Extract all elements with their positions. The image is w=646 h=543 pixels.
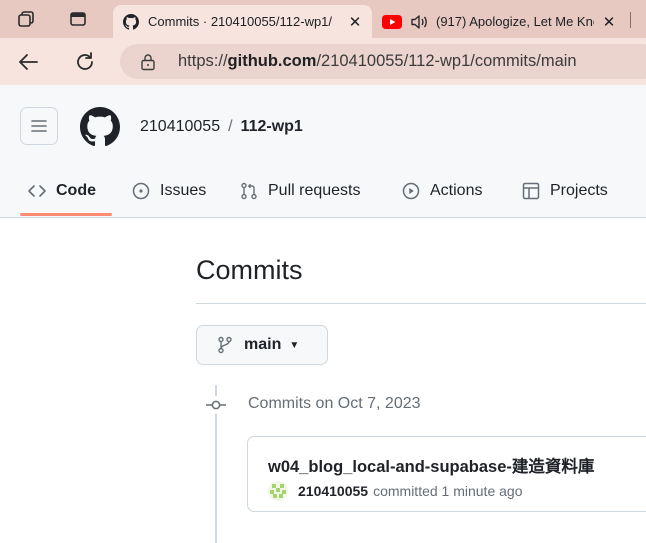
repo-owner-link[interactable]: 210410055 [140, 118, 220, 135]
branch-name: main [244, 336, 282, 353]
issue-icon [132, 182, 150, 200]
commit-list-item: w04_blog_local-and-supabase-建造資料庫 210410… [247, 436, 646, 512]
refresh-icon[interactable] [71, 48, 99, 76]
tab-actions[interactable]: Actions [402, 167, 482, 215]
menu-button[interactable] [20, 107, 58, 145]
github-header: 210410055 / 112-wp1 Code Issues Pull reque… [0, 85, 646, 218]
url-path: /210410055/112-wp1/commits/main [316, 52, 577, 70]
tab-title: Commits · 210410055/112-wp1/ [148, 14, 333, 29]
commit-meta: 210410055 committed 1 minute ago [268, 481, 522, 501]
breadcrumb: 210410055 / 112-wp1 [140, 118, 303, 136]
tab-title: (917) Apologize, Let Me Know [436, 14, 594, 29]
browser-tab-youtube[interactable]: (917) Apologize, Let Me Know ✕ [374, 5, 626, 38]
address-bar[interactable]: https://github.com/210410055/112-wp1/com… [120, 44, 646, 79]
play-icon [402, 182, 420, 200]
youtube-icon [382, 14, 402, 29]
page-title: Commits [196, 255, 303, 285]
pull-request-icon [240, 182, 258, 200]
lock-icon[interactable] [140, 53, 162, 71]
github-logo-icon[interactable] [80, 107, 120, 147]
repo-name-link[interactable]: 112-wp1 [241, 118, 303, 135]
browser-tab-commits[interactable]: Commits · 210410055/112-wp1/ ✕ [113, 5, 372, 38]
tab-separator [630, 12, 631, 28]
tab-label: Code [56, 182, 96, 199]
workspaces-icon[interactable] [12, 6, 40, 32]
tab-label: Actions [430, 182, 483, 199]
tab-pull-requests[interactable]: Pull requests [240, 167, 361, 215]
selected-tab-underline [20, 213, 112, 216]
commit-time: committed 1 minute ago [373, 483, 523, 499]
url-prefix: https:// [178, 52, 228, 70]
tab-issues[interactable]: Issues [132, 167, 206, 215]
git-commit-icon [205, 396, 227, 414]
close-tab-icon[interactable]: ✕ [346, 13, 364, 31]
caret-down-icon: ▼ [289, 339, 300, 351]
tab-projects[interactable]: Projects [522, 167, 608, 215]
hamburger-icon [31, 119, 47, 133]
tab-actions-icon[interactable] [64, 6, 92, 32]
commit-message-link[interactable]: w04_blog_local-and-supabase-建造資料庫 [268, 453, 594, 477]
breadcrumb-separator: / [228, 118, 233, 135]
tab-label: Projects [550, 182, 608, 199]
audio-playing-icon[interactable] [410, 14, 430, 30]
repo-nav: Code Issues Pull requests Actions Projec… [0, 167, 646, 217]
close-tab-icon[interactable]: ✕ [600, 13, 618, 31]
table-icon [522, 182, 540, 200]
avatar[interactable] [268, 481, 288, 501]
back-arrow-icon[interactable] [14, 48, 42, 76]
divider [196, 303, 646, 304]
branch-select-button[interactable]: main ▼ [196, 325, 328, 365]
browser-toolbar: https://github.com/210410055/112-wp1/com… [0, 38, 646, 85]
git-branch-icon [217, 336, 233, 354]
tab-label: Pull requests [268, 182, 361, 199]
url-host: github.com [227, 52, 317, 70]
commit-group-date: Commits on Oct 7, 2023 [248, 395, 421, 412]
browser-tab-strip: Commits · 210410055/112-wp1/ ✕ (917) Apo… [0, 0, 646, 38]
github-icon [123, 13, 139, 30]
code-icon [28, 184, 46, 198]
commit-author-link[interactable]: 210410055 [298, 483, 368, 499]
tab-code[interactable]: Code [28, 167, 96, 215]
tab-label: Issues [160, 182, 207, 199]
